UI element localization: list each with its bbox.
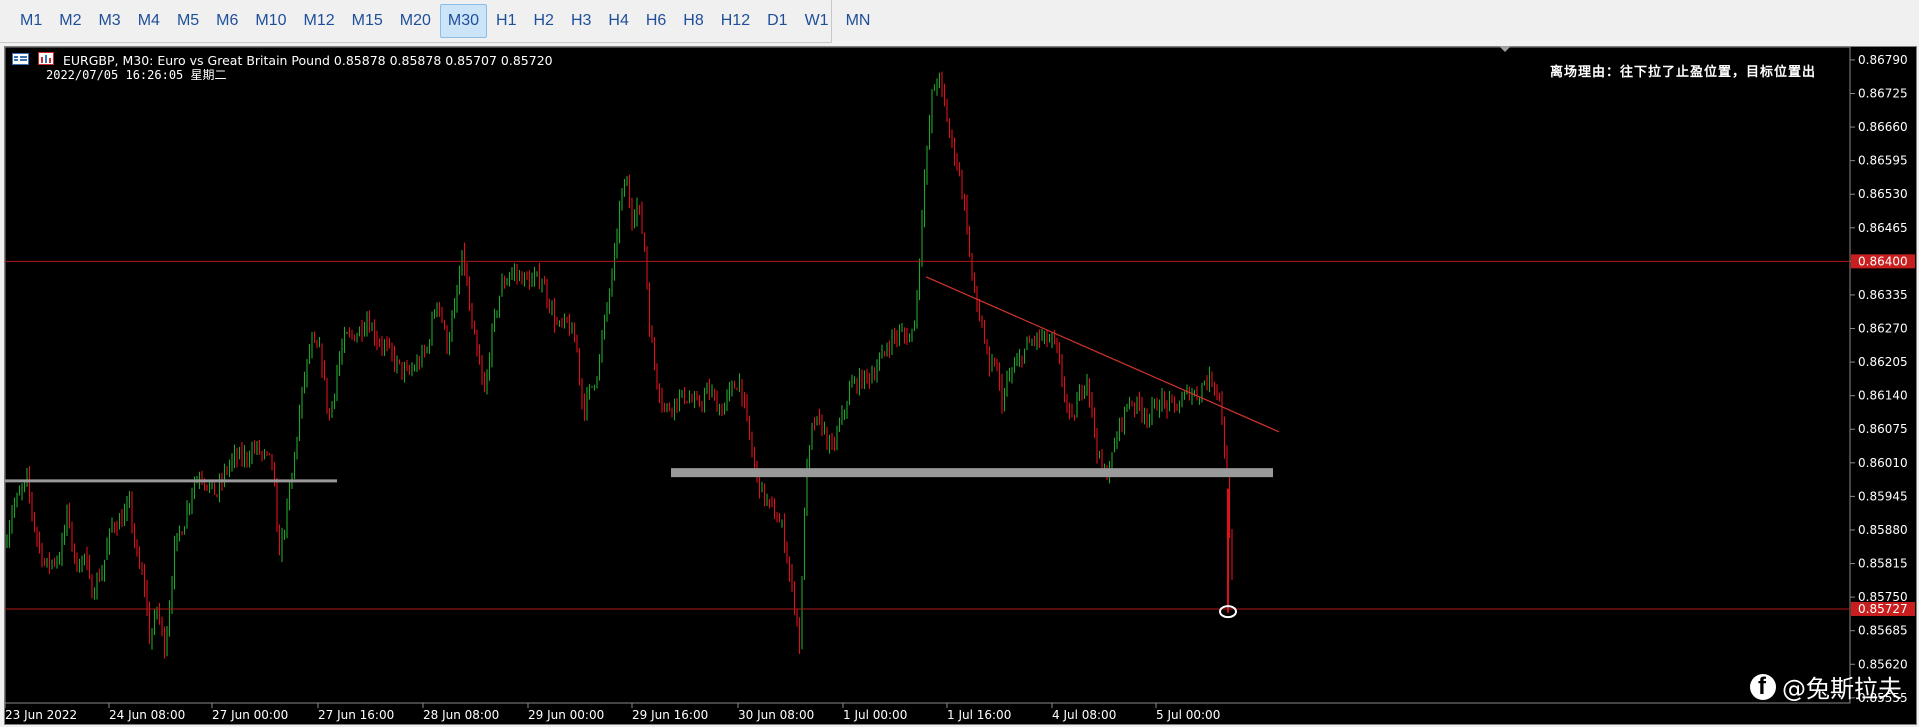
chart-shift-marker-icon[interactable] bbox=[1499, 46, 1511, 52]
timeframe-button-m1[interactable]: M1 bbox=[12, 4, 50, 38]
y-tick-label: 0.86595 bbox=[1858, 154, 1908, 168]
timeframe-button-mn[interactable]: MN bbox=[838, 4, 879, 38]
timeframe-button-m20[interactable]: M20 bbox=[392, 4, 439, 38]
y-tick-label: 0.86660 bbox=[1858, 120, 1908, 134]
timeframe-toolbar: M1 M2 M3 M4 M5 M6 M10 M12 M15 M20 M30 H1 H2 H3 H4 H6 H8 H… bbox=[0, 0, 870, 43]
y-tick-label: 0.86725 bbox=[1858, 86, 1908, 100]
support-zone bbox=[671, 468, 1273, 478]
y-tick-label: 0.86205 bbox=[1858, 355, 1908, 369]
facebook-watermark: f @兔斯拉夫 bbox=[1750, 669, 1902, 704]
timeframe-button-h2[interactable]: H2 bbox=[525, 4, 561, 38]
y-tick-label: 0.85815 bbox=[1858, 557, 1908, 571]
trendline bbox=[925, 276, 1280, 433]
timeframe-button-m2[interactable]: M2 bbox=[51, 4, 89, 38]
timeframe-button-m12[interactable]: M12 bbox=[296, 4, 343, 38]
timeframe-button-m5[interactable]: M5 bbox=[169, 4, 207, 38]
timeframe-button-m15[interactable]: M15 bbox=[344, 4, 391, 38]
y-tick-label: 0.86335 bbox=[1858, 288, 1908, 302]
x-tick-label: 4 Jul 08:00 bbox=[1052, 708, 1116, 722]
timeframe-button-h4[interactable]: H4 bbox=[600, 4, 636, 38]
timeframe-button-h8[interactable]: H8 bbox=[675, 4, 711, 38]
chart-menu-icon[interactable] bbox=[12, 53, 30, 66]
x-tick-label: 27 Jun 00:00 bbox=[212, 708, 288, 722]
y-tick-label: 0.86140 bbox=[1858, 389, 1908, 403]
y-tick-label: 0.85945 bbox=[1858, 489, 1908, 503]
y-tick-label: 0.85685 bbox=[1858, 624, 1908, 638]
x-tick-label: 30 Jun 08:00 bbox=[738, 708, 814, 722]
exit-note: 离场理由：往下拉了止盈位置，目标位置出 bbox=[1549, 65, 1816, 80]
x-tick-label: 1 Jul 16:00 bbox=[947, 708, 1011, 722]
x-tick-label: 27 Jun 16:00 bbox=[318, 708, 394, 722]
facebook-icon: f bbox=[1750, 673, 1776, 700]
timeframe-button-m30[interactable]: M30 bbox=[439, 4, 488, 38]
timeframe-button-d1[interactable]: D1 bbox=[759, 4, 795, 38]
y-tick-label: 0.86010 bbox=[1858, 456, 1908, 470]
y-tick-label: 0.86530 bbox=[1858, 187, 1908, 201]
x-tick-label: 29 Jun 16:00 bbox=[632, 708, 708, 722]
chart-window[interactable]: 0.86790 0.86725 0.86660 0.86595 0.86530 0.864… bbox=[4, 46, 1917, 725]
timeframe-button-h6[interactable]: H6 bbox=[638, 4, 674, 38]
price-chart[interactable]: 0.86790 0.86725 0.86660 0.86595 0.86530 0.864… bbox=[5, 47, 1916, 724]
x-tick-label: 29 Jun 00:00 bbox=[528, 708, 604, 722]
x-tick-label: 1 Jul 00:00 bbox=[843, 708, 907, 722]
y-tick-label: 0.86465 bbox=[1858, 221, 1908, 235]
x-tick-label: 24 Jun 08:00 bbox=[109, 708, 185, 722]
y-tick-label: 0.86075 bbox=[1858, 422, 1908, 436]
timeframe-button-w1[interactable]: W1 bbox=[797, 4, 837, 38]
datetime-label: 2022/07/05 16:26:05 星期二 bbox=[46, 68, 227, 82]
x-tick-label: 28 Jun 08:00 bbox=[423, 708, 499, 722]
watermark-text: @兔斯拉夫 bbox=[1782, 675, 1902, 703]
y-tick-label: 0.86790 bbox=[1858, 53, 1908, 67]
price-label: 0.85727 bbox=[1858, 602, 1908, 616]
timeframe-button-h12[interactable]: H12 bbox=[713, 4, 758, 38]
plot-frame bbox=[5, 47, 1851, 704]
y-tick-label: 0.86270 bbox=[1858, 322, 1908, 336]
price-label: 0.86400 bbox=[1858, 254, 1908, 268]
timeframe-button-m10[interactable]: M10 bbox=[247, 4, 294, 38]
x-tick-label: 5 Jul 00:00 bbox=[1156, 708, 1220, 722]
timeframe-button-m4[interactable]: M4 bbox=[130, 4, 168, 38]
timeframe-button-m6[interactable]: M6 bbox=[208, 4, 246, 38]
timeframe-button-h3[interactable]: H3 bbox=[563, 4, 599, 38]
chart-properties-icon[interactable] bbox=[38, 52, 55, 66]
x-tick-label: 23 Jun 2022 bbox=[5, 708, 77, 722]
timeframe-button-m3[interactable]: M3 bbox=[90, 4, 128, 38]
timeframe-button-h1[interactable]: H1 bbox=[488, 4, 524, 38]
y-tick-label: 0.85880 bbox=[1858, 523, 1908, 537]
